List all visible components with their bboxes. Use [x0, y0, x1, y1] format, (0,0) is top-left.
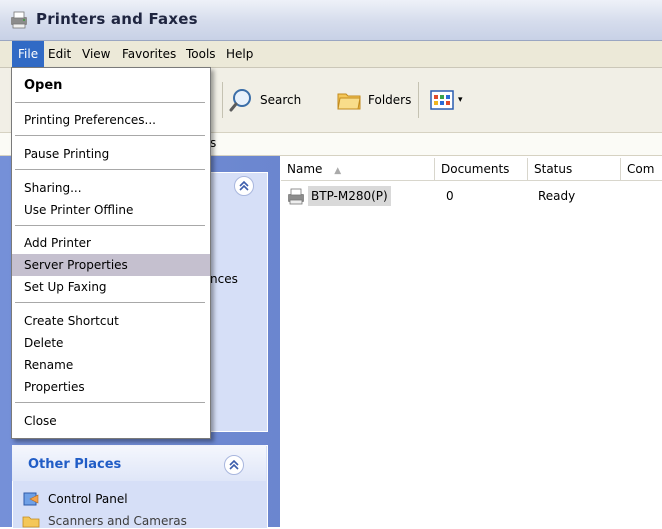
column-documents[interactable]: Documents: [435, 158, 528, 180]
folder-icon: [22, 516, 40, 528]
menu-item-delete[interactable]: Delete: [12, 332, 210, 354]
column-comments[interactable]: Com: [621, 158, 662, 180]
menu-item-server-properties[interactable]: Server Properties: [12, 254, 210, 276]
menu-separator: [15, 135, 205, 136]
menu-edit[interactable]: Edit: [42, 41, 77, 67]
menu-item-properties[interactable]: Properties: [12, 376, 210, 398]
search-button[interactable]: Search: [228, 84, 301, 116]
printer-documents: 0: [446, 189, 454, 203]
menu-item-sharing[interactable]: Sharing...: [12, 177, 210, 199]
menu-help[interactable]: Help: [220, 41, 259, 67]
menu-item-add-printer[interactable]: Add Printer: [12, 232, 210, 254]
collapse-icon[interactable]: [224, 455, 244, 475]
menu-item-pause-printing[interactable]: Pause Printing: [12, 143, 210, 165]
printer-fax-icon: [11, 11, 27, 29]
toolbar-separator: [418, 82, 419, 118]
scanners-cameras-label: Scanners and Cameras: [48, 514, 187, 528]
menu-separator: [15, 402, 205, 403]
menu-file[interactable]: File: [12, 41, 45, 67]
views-grid-icon: [430, 90, 454, 110]
control-panel-link[interactable]: Control Panel: [22, 490, 128, 508]
control-panel-label: Control Panel: [48, 492, 128, 506]
menu-item-rename[interactable]: Rename: [12, 354, 210, 376]
column-header-bar: Name ▲ Documents Status Com: [281, 158, 662, 181]
toolbar-separator: [222, 82, 223, 118]
views-button[interactable]: ▾: [430, 86, 470, 114]
menu-separator: [15, 302, 205, 303]
menu-favorites[interactable]: Favorites: [116, 41, 182, 67]
chevron-down-icon: ▾: [458, 95, 463, 105]
sort-ascending-icon: ▲: [334, 166, 342, 176]
scanners-cameras-link[interactable]: Scanners and Cameras: [22, 514, 187, 528]
folders-label: Folders: [368, 93, 412, 107]
control-panel-icon: [23, 492, 39, 506]
menu-item-set-up-faxing[interactable]: Set Up Faxing: [12, 276, 210, 298]
menu-item-create-shortcut[interactable]: Create Shortcut: [12, 310, 210, 332]
column-name[interactable]: Name ▲: [281, 158, 435, 180]
menu-item-open[interactable]: Open: [12, 75, 210, 97]
column-status[interactable]: Status: [528, 158, 621, 180]
printer-status: Ready: [538, 189, 576, 203]
task-text-fragment: nces: [210, 272, 238, 286]
file-menu-dropdown: Open Printing Preferences... Pause Print…: [11, 67, 211, 439]
search-icon: [229, 89, 251, 112]
menu-separator: [15, 225, 205, 226]
menu-separator: [15, 102, 205, 103]
menu-item-printing-preferences[interactable]: Printing Preferences...: [12, 109, 210, 131]
menu-view[interactable]: View: [76, 41, 116, 67]
list-item[interactable]: BTP-M280(P): [286, 186, 391, 206]
collapse-icon[interactable]: [234, 176, 254, 196]
printer-icon: [288, 188, 304, 205]
menu-separator: [15, 169, 205, 170]
menu-item-use-printer-offline[interactable]: Use Printer Offline: [12, 199, 210, 221]
window-title: Printers and Faxes: [36, 10, 198, 28]
menu-item-close[interactable]: Close: [12, 410, 210, 432]
printer-name: BTP-M280(P): [308, 186, 391, 206]
other-places-title: Other Places: [28, 457, 122, 472]
folders-button[interactable]: Folders: [336, 84, 411, 116]
folder-icon: [337, 93, 361, 110]
menu-tools[interactable]: Tools: [180, 41, 222, 67]
printer-list: [281, 156, 662, 527]
search-label: Search: [260, 93, 302, 107]
